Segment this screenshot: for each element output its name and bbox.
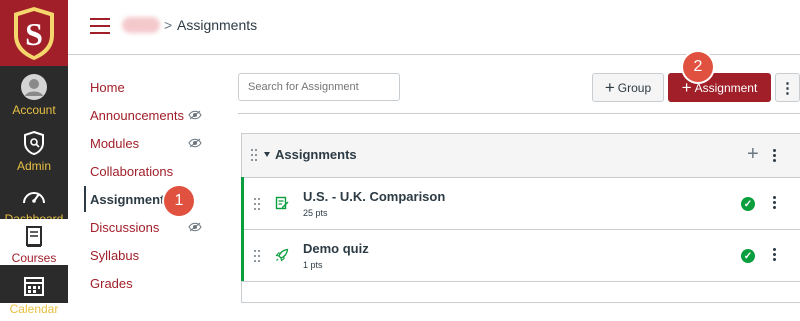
course-nav: Home Announcements Modules Collaboration… — [68, 55, 220, 303]
course-nav-grades[interactable]: Grades — [90, 272, 133, 296]
divider — [238, 113, 800, 114]
nav-admin[interactable]: Admin — [0, 124, 68, 178]
plus-icon: + — [604, 78, 615, 97]
drag-handle-icon[interactable] — [254, 198, 262, 210]
course-nav-collaborations[interactable]: Collaborations — [90, 160, 173, 184]
nav-account[interactable]: Account — [0, 68, 68, 122]
assignment-group: Assignments + U.S. - U.K. Comparison 25 … — [241, 133, 800, 303]
admin-icon — [19, 128, 49, 158]
course-nav-modules[interactable]: Modules — [90, 132, 139, 156]
row-kebab-icon[interactable] — [773, 196, 776, 209]
nav-label: Account — [12, 103, 56, 117]
assignment-row[interactable]: Demo quiz 1 pts ✓ — [241, 229, 800, 282]
group-kebab-icon[interactable] — [773, 149, 776, 162]
calendar-icon — [19, 271, 49, 301]
global-nav: S Account Admin Dashboard Courses Calend… — [0, 0, 68, 316]
add-assignment-label: Assignment — [694, 80, 758, 95]
kebab-icon: ⋮ — [780, 79, 795, 97]
assignment-title[interactable]: Demo quiz — [303, 241, 369, 256]
hidden-eye-icon — [188, 222, 202, 232]
breadcrumb-separator: > — [164, 17, 173, 33]
breadcrumb-current: Assignments — [177, 17, 258, 33]
courses-icon — [19, 223, 49, 250]
assignment-row[interactable]: U.S. - U.K. Comparison 25 pts ✓ — [241, 177, 800, 230]
row-kebab-icon[interactable] — [773, 248, 776, 261]
logo-letter: S — [25, 16, 43, 52]
published-check-icon[interactable]: ✓ — [741, 249, 755, 263]
more-options-button[interactable]: ⋮ — [775, 73, 800, 102]
shield-logo-icon: S — [14, 7, 54, 60]
active-indicator — [84, 186, 86, 212]
drag-handle-icon[interactable] — [254, 250, 262, 262]
dashboard-icon — [19, 181, 49, 211]
nav-calendar[interactable]: Calendar — [0, 267, 68, 321]
account-icon — [19, 72, 49, 102]
nav-label: Calendar — [9, 302, 59, 316]
assignment-points: 25 pts — [303, 208, 328, 218]
nav-courses[interactable]: Courses — [0, 219, 68, 265]
assignment-group-title: Assignments — [275, 147, 357, 162]
nav-label: Courses — [11, 251, 57, 265]
course-nav-announcements[interactable]: Announcements — [90, 104, 184, 128]
add-group-label: Group — [617, 80, 652, 95]
step-badge-1: 1 — [164, 186, 194, 216]
hidden-eye-icon — [188, 138, 202, 148]
published-accent — [241, 229, 244, 281]
collapse-caret-icon[interactable] — [264, 152, 270, 157]
course-nav-home[interactable]: Home — [90, 76, 125, 100]
assignment-group-header[interactable]: Assignments + — [242, 134, 800, 178]
assignment-icon — [275, 196, 289, 210]
course-nav-discussions[interactable]: Discussions — [90, 216, 159, 240]
search-input[interactable] — [238, 73, 400, 101]
course-nav-syllabus[interactable]: Syllabus — [90, 244, 139, 268]
drag-handle-icon[interactable] — [251, 149, 259, 161]
breadcrumb-course-blurred[interactable] — [122, 17, 160, 33]
plus-icon: + — [681, 78, 692, 97]
add-to-group-icon[interactable]: + — [747, 143, 759, 166]
hidden-eye-icon — [188, 110, 202, 120]
quiz-rocket-icon — [275, 248, 289, 262]
nav-label: Admin — [16, 159, 51, 173]
hamburger-menu-icon[interactable] — [90, 18, 110, 34]
published-check-icon[interactable]: ✓ — [741, 197, 755, 211]
add-assignment-button[interactable]: + Assignment — [668, 73, 771, 102]
course-nav-assignments[interactable]: Assignments — [90, 188, 172, 212]
published-accent — [241, 177, 244, 229]
add-group-button[interactable]: + Group — [592, 73, 664, 102]
assignment-points: 1 pts — [303, 260, 323, 270]
step-badge-2: 2 — [683, 52, 713, 82]
assignment-title[interactable]: U.S. - U.K. Comparison — [303, 189, 445, 204]
page-header: > Assignments — [68, 0, 800, 55]
school-logo[interactable]: S — [0, 0, 68, 66]
